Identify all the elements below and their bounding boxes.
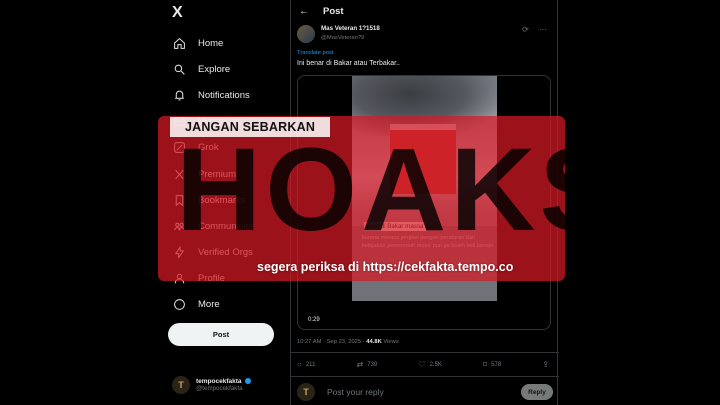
video-timestamp: 0:29 (308, 317, 320, 323)
grok-analyze-icon[interactable]: ⟳ (522, 25, 529, 34)
like-count: 2.5K (429, 361, 442, 368)
grok-icon (172, 141, 186, 155)
verified-badge-icon (244, 378, 251, 385)
sidebar-item-label: Messages (198, 116, 242, 128)
reply-icon: ○ (297, 360, 302, 369)
author-info: Mas Veteran 1?1518 @MasVeteran?9 (321, 25, 380, 41)
account-info: tempocekfakta @tempocekfakta (196, 378, 251, 393)
author-handle: @MasVeteran?9 (321, 35, 365, 41)
author-avatar[interactable] (297, 25, 315, 43)
tweet-tools: ⟳ ··· (522, 25, 547, 34)
sidebar-item-messages[interactable]: Messages (172, 109, 253, 135)
sidebar-item-label: More (198, 299, 220, 311)
like-action[interactable]: ♡ 2.5K (418, 360, 442, 369)
author-name[interactable]: Mas Veteran 1?1518 (321, 25, 380, 32)
sidebar-nav: Home Explore Notifications Messages Grok… (172, 30, 253, 318)
share-action[interactable]: ⇪ (542, 360, 553, 369)
bookmark-icon (172, 193, 186, 207)
views-label: Views (381, 339, 399, 345)
sidebar-item-label: Home (198, 37, 224, 49)
post-button[interactable]: Post (168, 323, 274, 346)
tweet-author[interactable]: Mas Veteran 1?1518 @MasVeteran?9 (297, 25, 380, 43)
gas-station-image (390, 124, 456, 194)
avatar: T (172, 376, 190, 394)
sidebar-item-premium[interactable]: Premium (172, 161, 253, 187)
reply-composer: T Post your reply Reply (297, 382, 553, 402)
sidebar-item-label: Explore (198, 63, 231, 75)
sidebar-item-communities[interactable]: Communities (172, 213, 253, 239)
sidebar-item-explore[interactable]: Explore (172, 56, 253, 82)
lightning-icon (172, 246, 186, 260)
video-caption-body: karena merasa jengkel dengan peraturan d… (362, 235, 494, 249)
page-title: Post (323, 5, 344, 17)
account-switcher[interactable]: T tempocekfakta @tempocekfakta (172, 376, 251, 394)
search-icon (172, 62, 186, 76)
sidebar-item-grok[interactable]: Grok (172, 135, 253, 161)
bookmark-count: 578 (491, 361, 502, 368)
divider (291, 376, 559, 377)
bookmark-action[interactable]: ⌑ 578 (483, 360, 501, 369)
account-handle: @tempocekfakta (196, 385, 243, 393)
reply-action[interactable]: ○ 211 (297, 360, 315, 369)
heart-icon: ♡ (418, 360, 426, 369)
bell-icon (172, 88, 186, 102)
divider (291, 352, 559, 353)
tweet-text: Ini benar di Bakar atau Terbakar.. (297, 60, 400, 67)
translate-post-link[interactable]: Translate post (297, 50, 334, 56)
sidebar-item-bookmarks[interactable]: Bookmarks (172, 187, 253, 213)
x-logo[interactable]: X (172, 4, 183, 22)
back-arrow-icon[interactable]: ← (299, 6, 309, 17)
sidebar-item-label: Notifications (198, 89, 250, 101)
sidebar-item-label: Verified Orgs (198, 247, 253, 259)
avatar: T (297, 383, 315, 401)
views-count: 44.8K (366, 339, 382, 345)
mail-icon (172, 115, 186, 129)
sidebar-item-notifications[interactable]: Notifications (172, 82, 253, 108)
repost-count: 739 (367, 361, 378, 368)
sidebar-item-profile[interactable]: Profile (172, 266, 253, 292)
sidebar-item-label: Profile (198, 273, 225, 285)
x-premium-icon (172, 167, 186, 181)
person-icon (172, 272, 186, 286)
repost-action[interactable]: ⇄ 739 (357, 360, 378, 369)
reply-input[interactable]: Post your reply (327, 387, 521, 397)
tweet-video[interactable]: 0:29 (297, 75, 551, 330)
tweet-meta: 10:27 AM · Sep 23, 2025 · 44.8K Views (297, 339, 399, 345)
sidebar-item-label: Grok (198, 142, 219, 154)
sidebar-item-label: Bookmarks (198, 194, 246, 206)
sidebar: X Home Explore Notifications Messages Gr… (162, 0, 290, 405)
account-name: tempocekfakta (196, 377, 242, 385)
post-header: ← Post (291, 0, 559, 22)
sidebar-item-verified-orgs[interactable]: Verified Orgs (172, 240, 253, 266)
more-options-icon[interactable]: ··· (539, 25, 547, 34)
main-column: ← Post Mas Veteran 1?1518 @MasVeteran?9 … (290, 0, 559, 405)
communities-icon (172, 219, 186, 233)
bookmark-icon: ⌑ (483, 360, 488, 369)
tweet-actions: ○ 211 ⇄ 739 ♡ 2.5K ⌑ 578 ⇪ (297, 360, 553, 369)
sidebar-item-label: Premium (198, 168, 237, 180)
sidebar-item-more[interactable]: More (172, 292, 253, 318)
tweet-datetime[interactable]: 10:27 AM · Sep 23, 2025 · (297, 339, 366, 345)
video-frame[interactable] (352, 76, 497, 301)
video-caption-title: pom di Bakar massa (364, 222, 427, 231)
sidebar-item-home[interactable]: Home (172, 30, 253, 56)
account-name-row: tempocekfakta (196, 378, 251, 385)
reply-button[interactable]: Reply (521, 384, 553, 400)
sidebar-item-label: Communities (198, 220, 254, 232)
reply-count: 211 (305, 361, 316, 368)
more-circle-icon (172, 298, 186, 312)
home-icon (172, 36, 186, 50)
repost-icon: ⇄ (356, 360, 364, 369)
share-icon: ⇪ (542, 360, 549, 369)
